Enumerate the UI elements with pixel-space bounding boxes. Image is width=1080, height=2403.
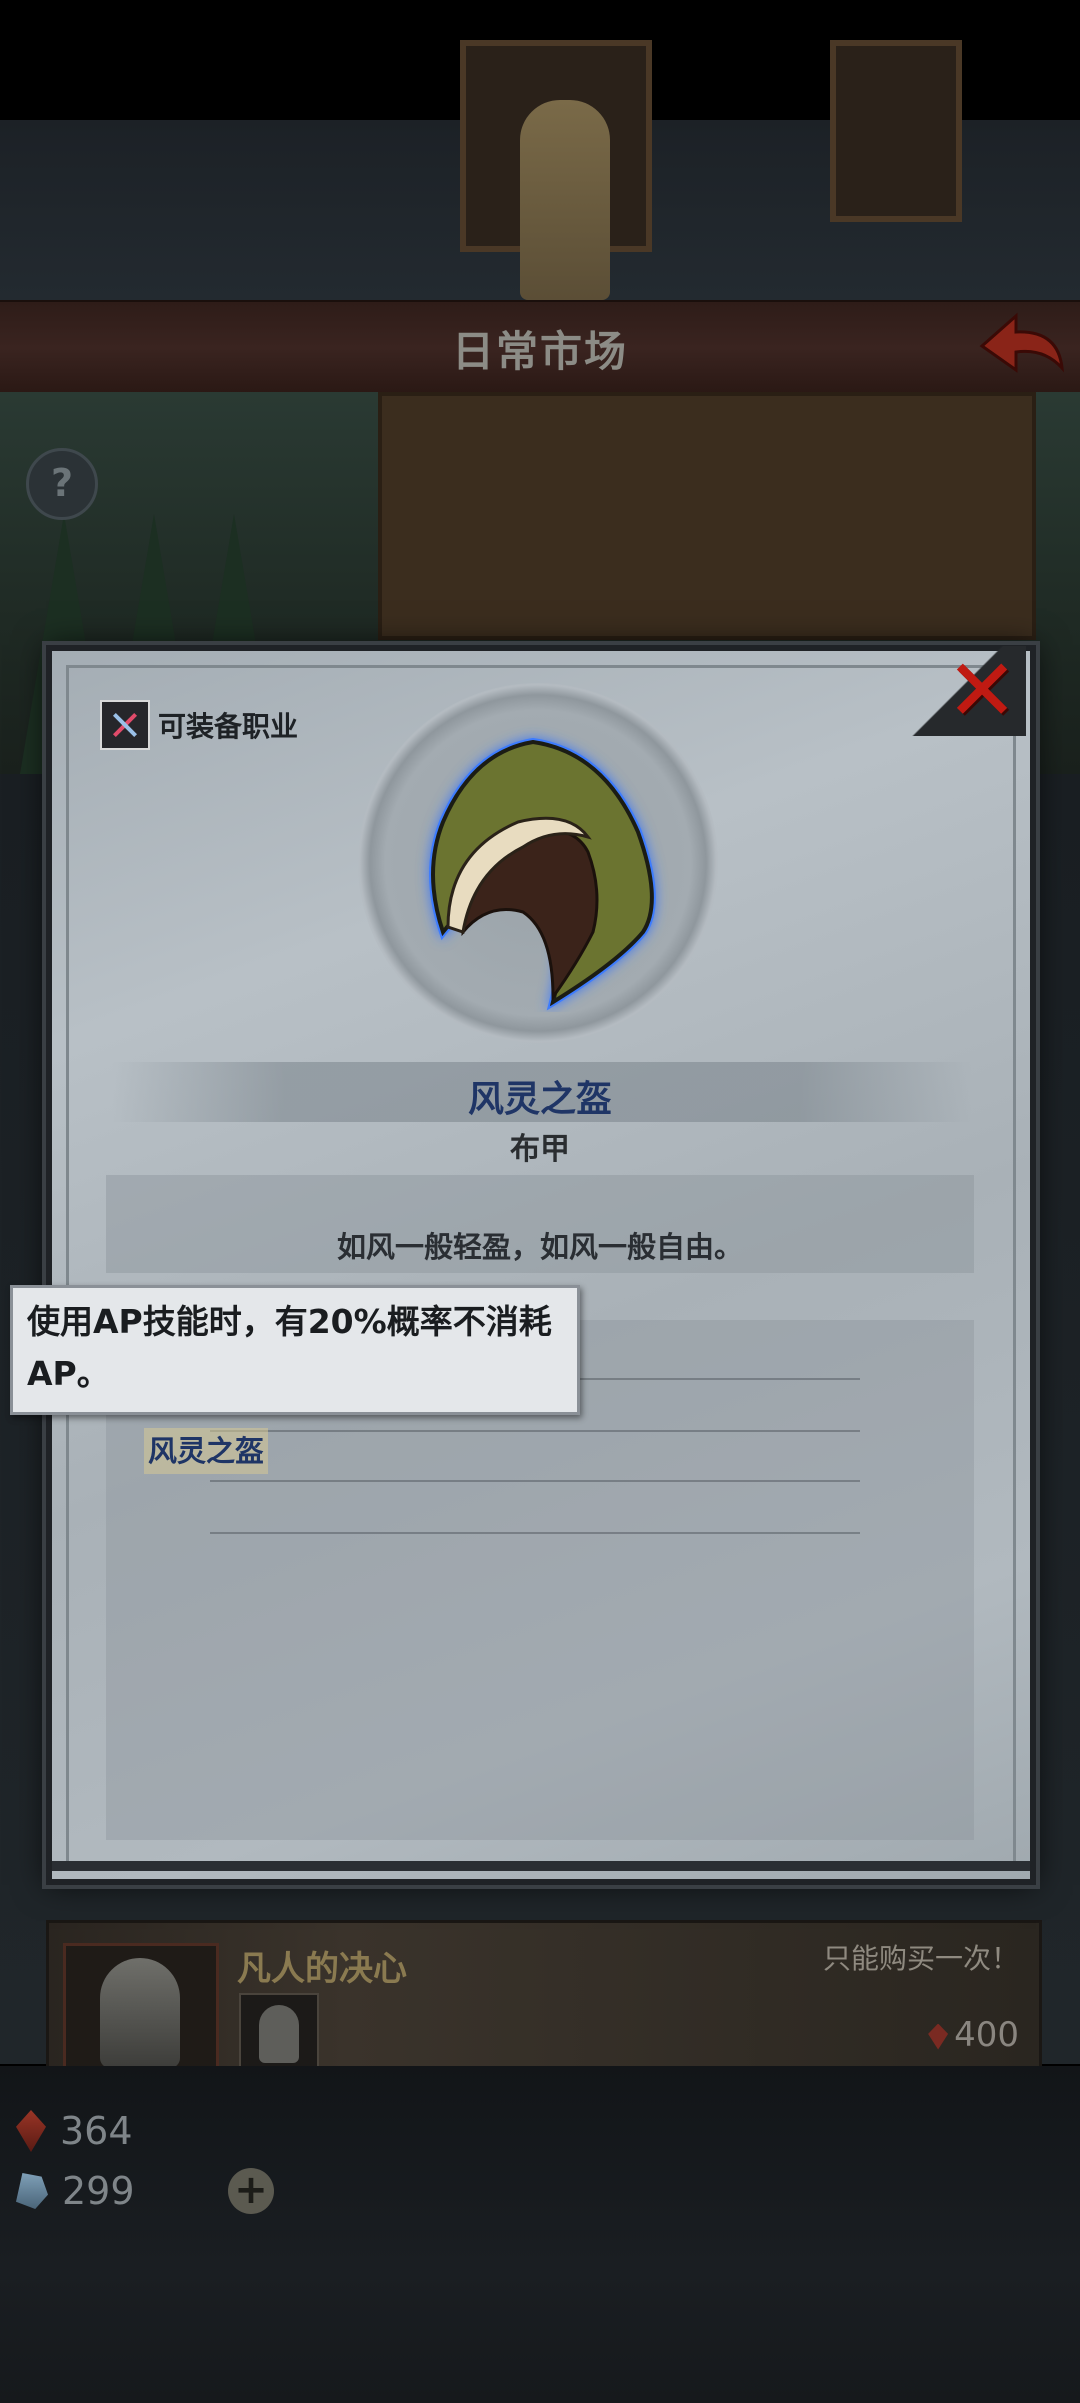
helmet-icon [259, 2005, 299, 2063]
equippable-class-text: 可装备职业 [158, 710, 299, 743]
offer-portrait [63, 1943, 219, 2068]
offer-price-value: 400 [954, 2015, 1019, 2055]
offer-card[interactable]: 凡人的决心 只能购买一次！ 400 [46, 1920, 1042, 2071]
class-icon [100, 700, 150, 750]
offer-limit-note: 只能购买一次！ [822, 1942, 1019, 1975]
page-title: 日常市场 [451, 327, 628, 376]
offer-price: 400 [928, 2015, 1019, 2055]
help-icon[interactable]: ? [26, 448, 98, 520]
stats-divider [210, 1430, 860, 1432]
red-gem-counter: 364 [16, 2106, 133, 2156]
set-bonus-tag[interactable]: 风灵之盔 [144, 1428, 269, 1474]
item-name: 风灵之盔 [467, 1079, 612, 1120]
red-gem-count: 364 [60, 2109, 133, 2153]
back-arrow-icon[interactable] [972, 308, 1068, 384]
stats-divider [210, 1532, 860, 1534]
red-gem-icon [16, 2110, 46, 2152]
skill-tooltip: 使用AP技能时，有20%概率不消耗AP。 [10, 1285, 580, 1415]
item-description: 如风一般轻盈，如风一般自由。 [336, 1230, 743, 1264]
item-type: 布甲 [510, 1132, 570, 1167]
helmet-icon [100, 1958, 180, 2068]
merchant-wagon [378, 392, 1036, 640]
hood-icon [429, 737, 656, 1011]
offer-item-slot[interactable] [239, 1993, 319, 2068]
blue-crystal-count: 299 [62, 2169, 135, 2213]
blue-crystal-counter: 299 [16, 2166, 135, 2216]
close-icon: ✕ [946, 641, 1019, 741]
tooltip-text: 使用AP技能时，有20%概率不消耗AP。 [27, 1302, 552, 1393]
offer-title: 凡人的决心 [237, 1949, 407, 1989]
blue-crystal-icon [16, 2173, 48, 2209]
modal-divider [52, 1861, 1030, 1871]
plus-icon[interactable]: + [228, 2168, 274, 2214]
close-button[interactable]: ✕ [896, 646, 1026, 736]
currency-bar [0, 2066, 1080, 2403]
screen: 日常市场 ? 凡人的决心 只能购买一次！ 400 364 299 + ✕ 可装备… [0, 0, 1080, 2403]
wagon-window [830, 40, 962, 222]
merchant-figure [520, 100, 610, 300]
red-gem-icon [928, 2023, 949, 2050]
equippable-class-label[interactable]: 可装备职业 [100, 700, 298, 750]
stats-divider [210, 1480, 860, 1482]
